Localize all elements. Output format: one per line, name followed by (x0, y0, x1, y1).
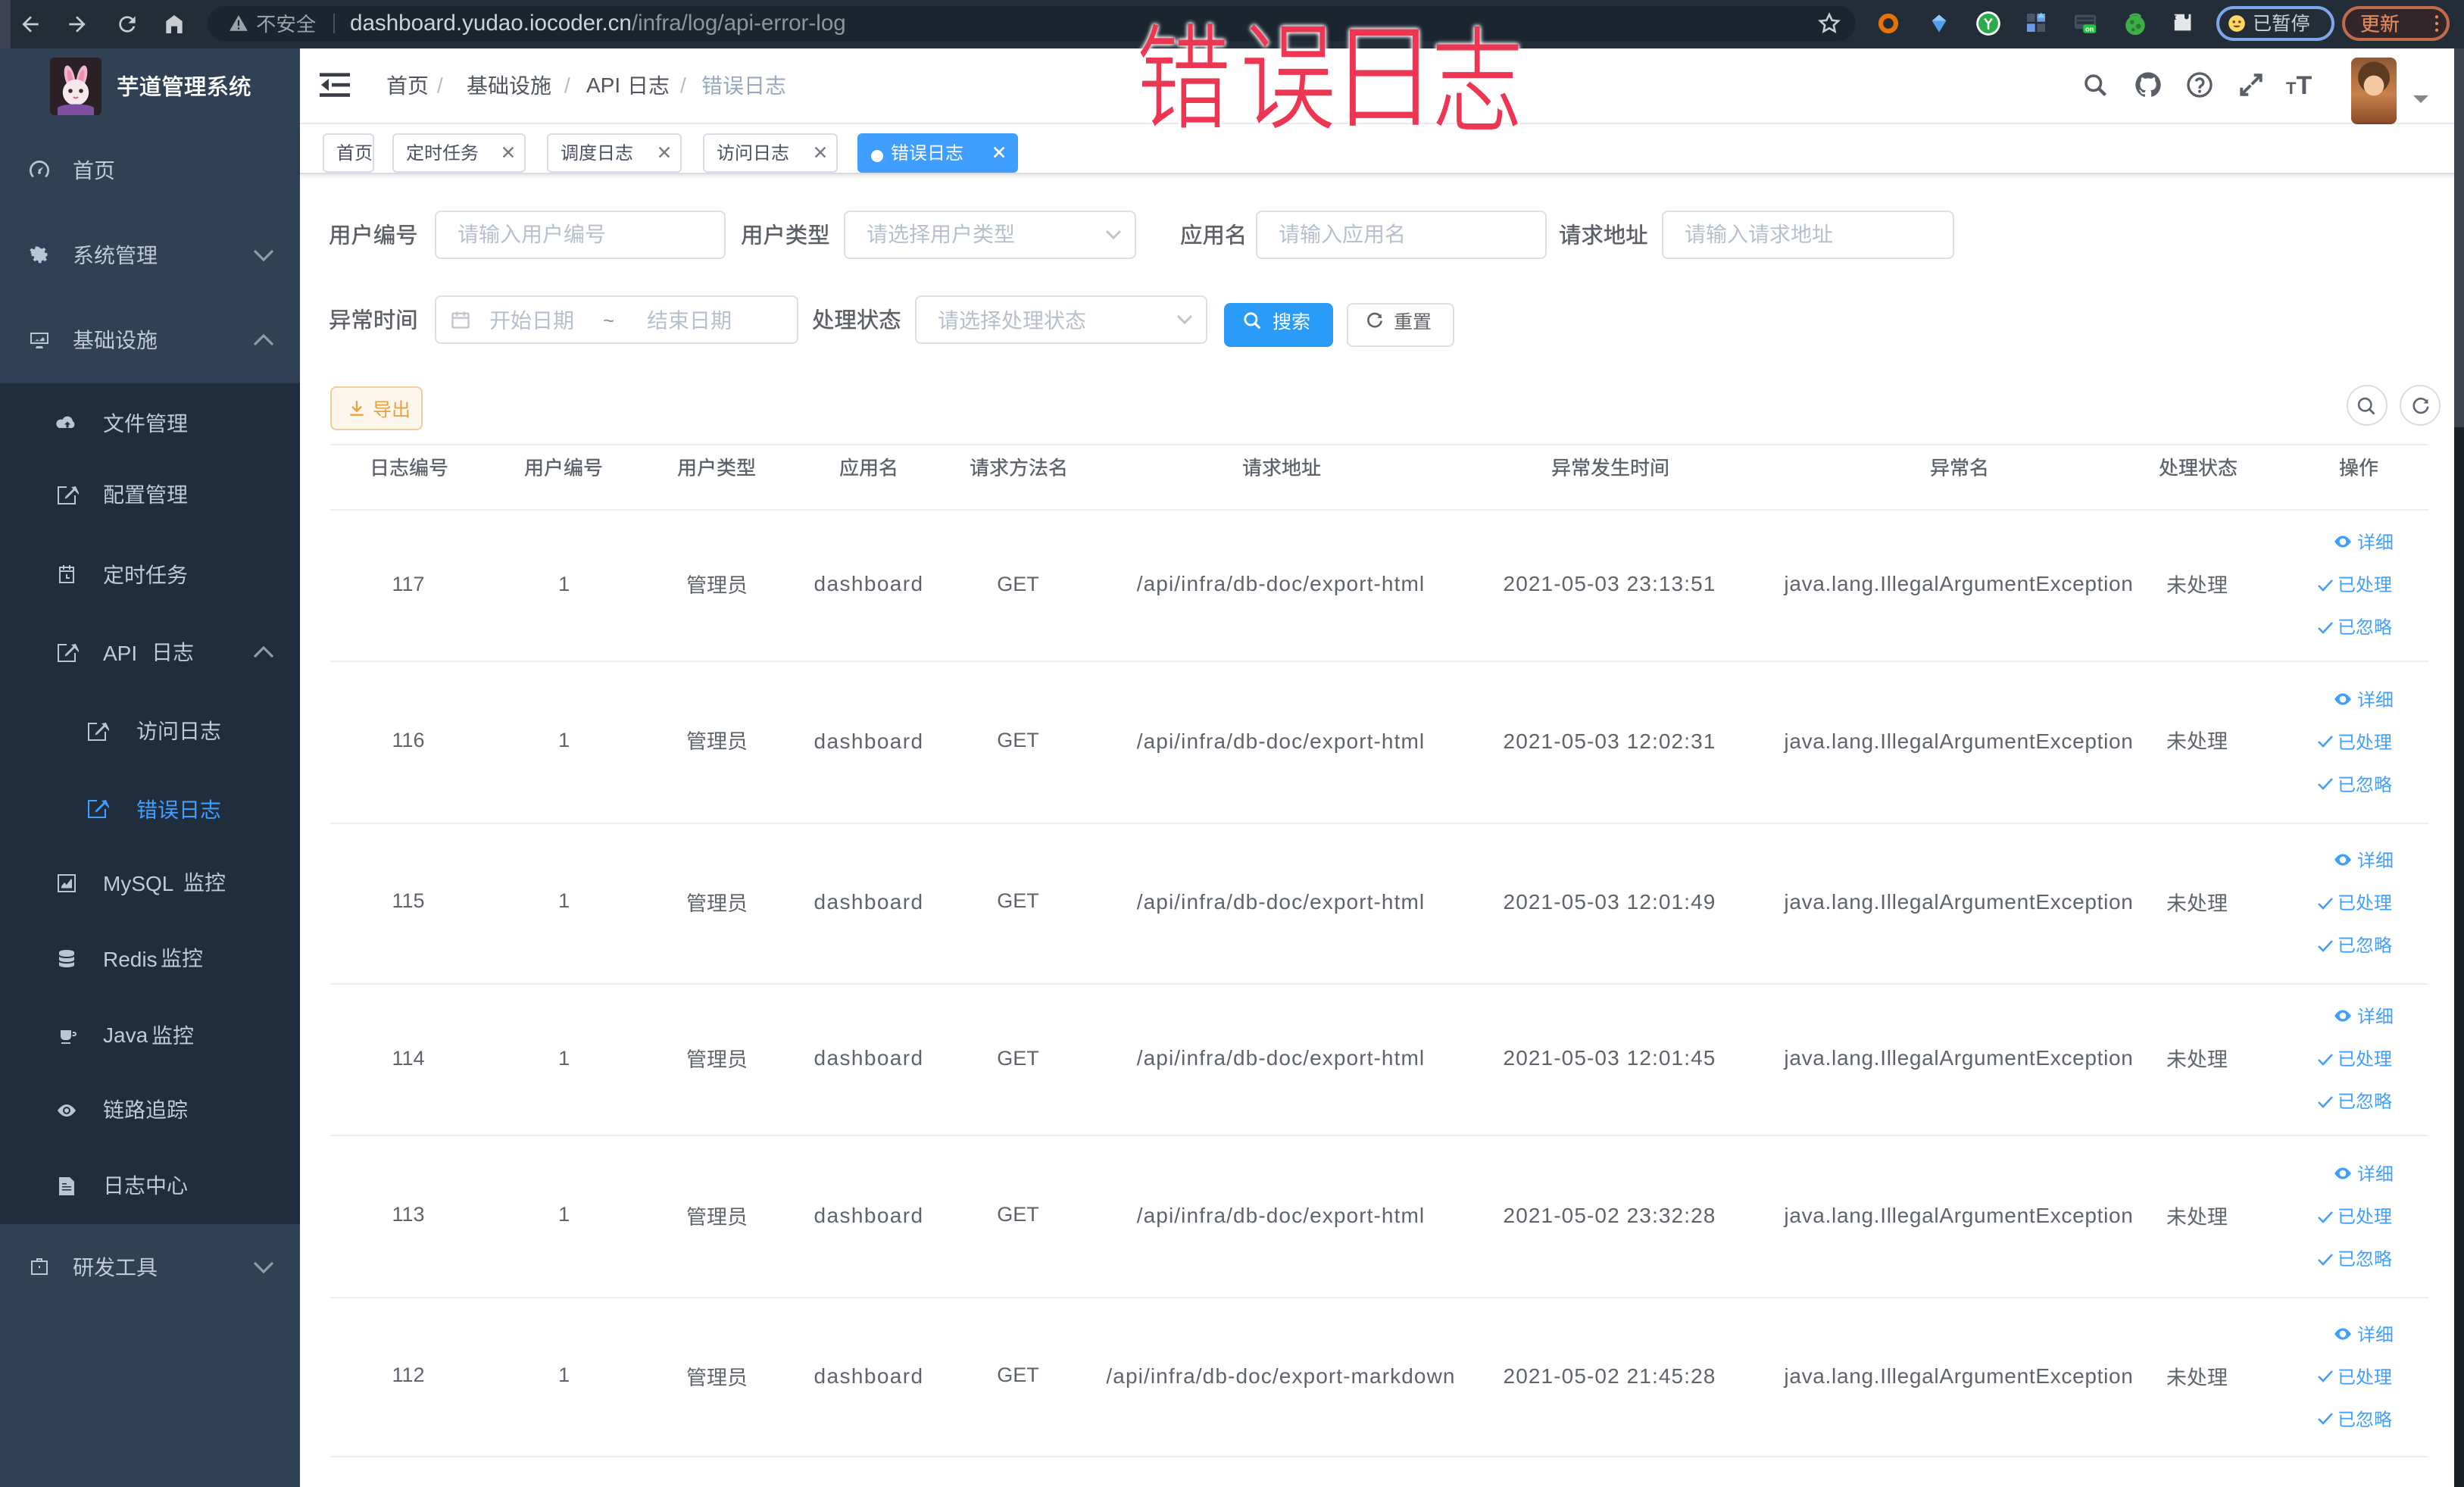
svg-text:on: on (2085, 26, 2094, 33)
